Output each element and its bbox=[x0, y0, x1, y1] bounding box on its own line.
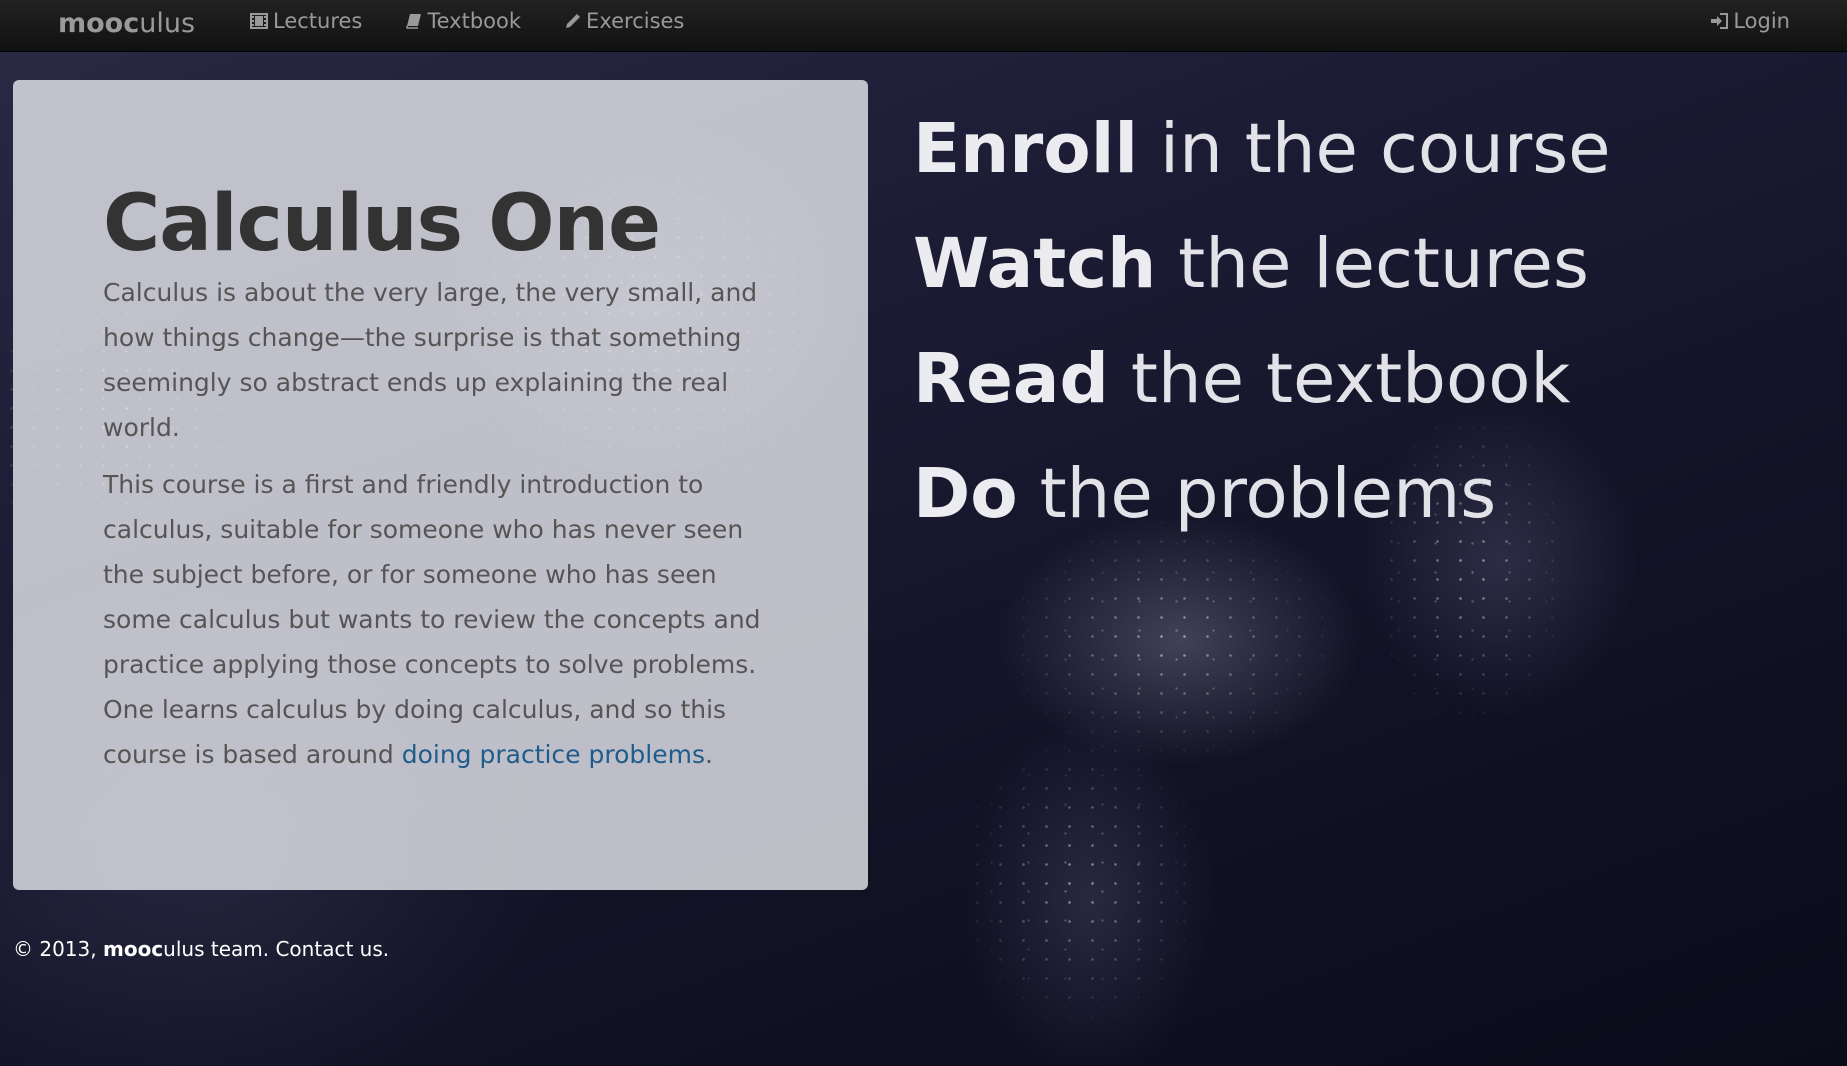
pencil-icon bbox=[566, 14, 581, 28]
step-verb: Read bbox=[913, 339, 1109, 419]
step-watch[interactable]: Watch the lectures bbox=[913, 207, 1611, 322]
top-navbar: mooculus Lectures Textbook Exercises Log… bbox=[0, 0, 1847, 52]
page-footer: © 2013, mooculus team. Contact us. bbox=[13, 937, 389, 961]
nav-label-textbook: Textbook bbox=[427, 9, 522, 33]
nav-label-exercises: Exercises bbox=[586, 9, 685, 33]
step-rest: the lectures bbox=[1156, 224, 1589, 304]
film-icon bbox=[250, 13, 268, 29]
paragraph-2-text: This course is a first and friendly intr… bbox=[103, 469, 761, 769]
brand-logo[interactable]: mooculus bbox=[58, 4, 195, 44]
page-title: Calculus One bbox=[103, 179, 661, 269]
paragraph-2-end: . bbox=[704, 739, 713, 769]
course-steps: Enroll in the course Watch the lectures … bbox=[913, 92, 1611, 552]
nav-item-lectures[interactable]: Lectures bbox=[250, 9, 362, 33]
book-icon bbox=[406, 14, 422, 29]
step-enroll[interactable]: Enroll in the course bbox=[913, 92, 1611, 207]
copyright-text: © 2013, bbox=[13, 937, 97, 961]
footer-team: team. bbox=[204, 937, 270, 961]
footer-brand-bold: mooc bbox=[102, 937, 164, 961]
step-verb: Watch bbox=[913, 224, 1157, 304]
login-link[interactable]: Login bbox=[1710, 0, 1790, 42]
sign-in-icon bbox=[1711, 13, 1729, 29]
step-rest: in the course bbox=[1138, 109, 1611, 189]
step-do[interactable]: Do the problems bbox=[913, 437, 1611, 552]
login-label: Login bbox=[1733, 9, 1790, 33]
practice-problems-link[interactable]: doing practice problems bbox=[402, 740, 705, 769]
step-verb: Do bbox=[913, 454, 1018, 534]
course-description-paragraph-2: This course is a first and friendly intr… bbox=[103, 462, 788, 777]
footer-brand-light: ulus bbox=[163, 937, 205, 961]
step-rest: the textbook bbox=[1108, 339, 1571, 419]
course-intro-card: Calculus One Calculus is about the very … bbox=[13, 80, 868, 890]
contact-link[interactable]: Contact us. bbox=[275, 937, 389, 961]
nav-label-lectures: Lectures bbox=[273, 9, 363, 33]
nav-item-textbook[interactable]: Textbook bbox=[406, 9, 521, 33]
step-verb: Enroll bbox=[913, 109, 1138, 189]
course-description-paragraph-1: Calculus is about the very large, the ve… bbox=[103, 277, 758, 442]
main-nav: Lectures Textbook Exercises bbox=[250, 0, 728, 42]
nav-item-exercises[interactable]: Exercises bbox=[565, 9, 684, 33]
step-rest: the problems bbox=[1017, 454, 1497, 534]
step-read[interactable]: Read the textbook bbox=[913, 322, 1611, 437]
